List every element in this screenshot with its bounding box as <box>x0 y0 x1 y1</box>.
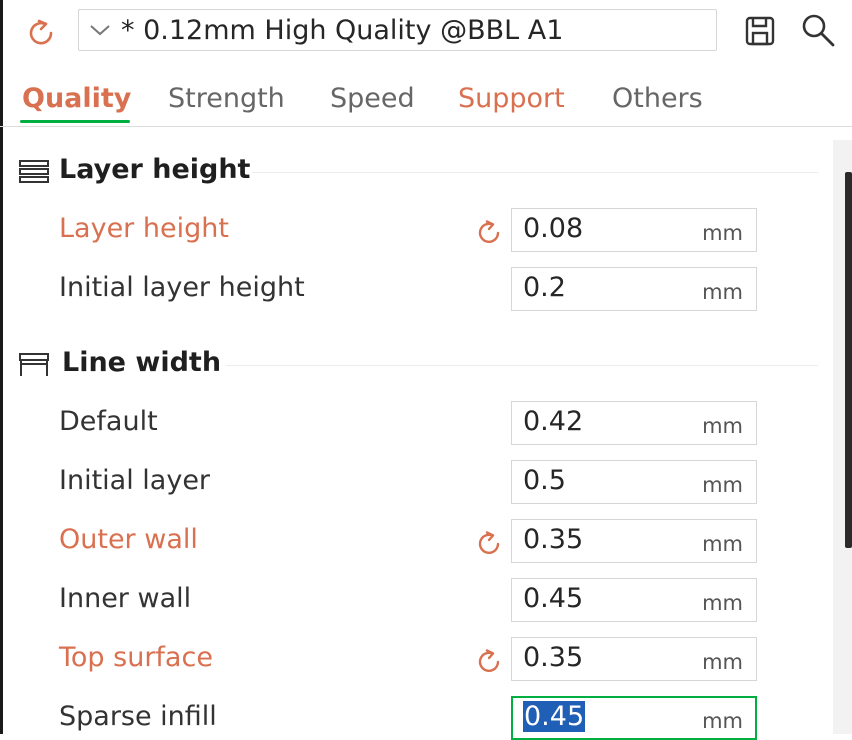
unit-label: mm <box>702 532 743 556</box>
top-surface-value: 0.35 <box>523 642 584 673</box>
unit-label: mm <box>702 280 743 304</box>
top-surface-label: Top surface <box>59 642 213 673</box>
outer-wall-value: 0.35 <box>523 524 584 555</box>
tab-others[interactable]: Others <box>612 83 703 114</box>
preset-name: * 0.12mm High Quality @BBL A1 <box>121 14 564 46</box>
section-title-layer-height: Layer height <box>59 154 251 185</box>
tab-strength[interactable]: Strength <box>168 83 285 114</box>
outer-wall-label: Outer wall <box>59 524 198 555</box>
layer-height-input[interactable]: 0.08 mm <box>511 208 757 252</box>
default-width-label: Default <box>59 406 158 437</box>
section-divider <box>226 365 818 366</box>
initial-layer-height-value: 0.2 <box>523 272 566 303</box>
search-icon[interactable] <box>800 12 836 48</box>
tab-bar: Quality Strength Speed Support Others <box>0 80 852 127</box>
sparse-infill-value: 0.45 <box>523 701 586 732</box>
outer-wall-input[interactable]: 0.35 mm <box>511 519 757 563</box>
inner-wall-value: 0.45 <box>523 583 584 614</box>
unit-label: mm <box>702 591 743 615</box>
tab-quality[interactable]: Quality <box>22 83 131 114</box>
reset-icon[interactable] <box>24 16 58 50</box>
sparse-infill-label: Sparse infill <box>59 701 217 732</box>
default-width-value: 0.42 <box>523 406 584 437</box>
initial-layer-height-label: Initial layer height <box>59 272 305 303</box>
chevron-down-icon <box>90 25 110 36</box>
preset-dropdown[interactable]: * 0.12mm High Quality @BBL A1 <box>78 9 717 51</box>
default-width-input[interactable]: 0.42 mm <box>511 401 757 445</box>
initial-layer-height-input[interactable]: 0.2 mm <box>511 267 757 311</box>
section-title-line-width: Line width <box>62 347 222 378</box>
inner-wall-label: Inner wall <box>59 583 192 614</box>
tab-support[interactable]: Support <box>458 83 565 114</box>
layer-height-icon <box>19 160 49 183</box>
section-divider <box>252 172 818 173</box>
reset-icon[interactable] <box>474 647 504 677</box>
top-surface-input[interactable]: 0.35 mm <box>511 637 757 681</box>
unit-label: mm <box>702 221 743 245</box>
initial-layer-width-value: 0.5 <box>523 465 566 496</box>
inner-wall-input[interactable]: 0.45 mm <box>511 578 757 622</box>
active-tab-indicator <box>20 120 130 123</box>
layer-height-value: 0.08 <box>523 213 584 244</box>
reset-icon[interactable] <box>474 529 504 559</box>
unit-label: mm <box>702 414 743 438</box>
save-icon[interactable] <box>744 14 776 48</box>
unit-label: mm <box>702 473 743 497</box>
sparse-infill-input[interactable]: 0.45 mm <box>511 696 757 740</box>
unit-label: mm <box>702 650 743 674</box>
initial-layer-width-label: Initial layer <box>59 465 211 496</box>
unit-label: mm <box>702 709 743 733</box>
tab-speed[interactable]: Speed <box>330 83 415 114</box>
initial-layer-width-input[interactable]: 0.5 mm <box>511 460 757 504</box>
layer-height-label: Layer height <box>59 213 229 244</box>
reset-icon[interactable] <box>474 218 504 248</box>
scrollbar-thumb[interactable] <box>845 172 852 548</box>
line-width-icon <box>19 353 49 376</box>
